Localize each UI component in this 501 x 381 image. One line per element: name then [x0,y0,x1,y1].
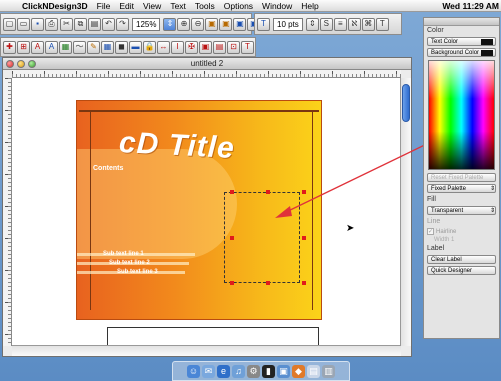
palette-fill-header: Fill [427,196,436,203]
fill-select[interactable]: Transparent ⇕ [427,206,496,215]
text-color-swatch [481,38,493,45]
mail-icon[interactable]: ✉ [202,364,215,378]
hairline-checkbox[interactable]: ✓ Hairline [427,228,496,235]
palette-label-header: Label [427,245,445,252]
prefs-icon[interactable]: ⚙ [247,364,260,378]
dropdown-icon: ⇕ [489,207,495,214]
finder-icon[interactable]: ☺ [187,364,200,378]
mouse-pointer-icon: ➤ [346,223,355,234]
palette-titlebar[interactable] [424,18,499,26]
photo-icon[interactable]: ▣ [277,364,290,378]
doc-icon[interactable]: ▤ [307,364,320,378]
dropdown-icon: ⇕ [489,185,495,192]
fill-value: Transparent [431,207,464,214]
fixed-palette-label: Fixed Palette [431,185,467,192]
checkbox-check-icon: ✓ [427,228,434,235]
width-value[interactable]: 1 [451,237,454,243]
quick-designer-button[interactable]: Quick Designer [427,266,496,275]
trash-icon[interactable]: ▥ [322,364,335,378]
color-palette-panel: Color Text Color Background Color Reset … [423,17,500,339]
palette-line-header: Line [427,218,441,225]
fixed-palette-select[interactable]: Fixed Palette ⇕ [427,184,496,193]
text-color-button[interactable]: Text Color [427,37,496,46]
background-color-label: Background Color [431,49,480,56]
clear-label-button[interactable]: Clear Label [427,255,496,264]
background-color-button[interactable]: Background Color [427,48,496,57]
hairline-label: Hairline [436,228,457,235]
line-width-row: Width 1 [434,237,489,243]
color-spectrum-picker[interactable] [428,60,495,170]
dock: ☺ ✉ e ♫ ⚙ ▮ ▣ ◆ ▤ ▥ [172,361,350,381]
background-color-swatch [481,49,493,56]
width-label: Width [434,237,450,243]
app-icon[interactable]: ◆ [292,364,305,378]
itunes-icon[interactable]: ♫ [232,364,245,378]
text-color-label: Text Color [431,38,459,45]
palette-color-header: Color [427,27,444,34]
terminal-icon[interactable]: ▮ [262,364,275,378]
arrowhead-icon [275,206,292,218]
reset-fixed-palette-button[interactable]: Reset Fixed Palette [427,173,496,182]
ie-icon[interactable]: e [217,364,230,378]
